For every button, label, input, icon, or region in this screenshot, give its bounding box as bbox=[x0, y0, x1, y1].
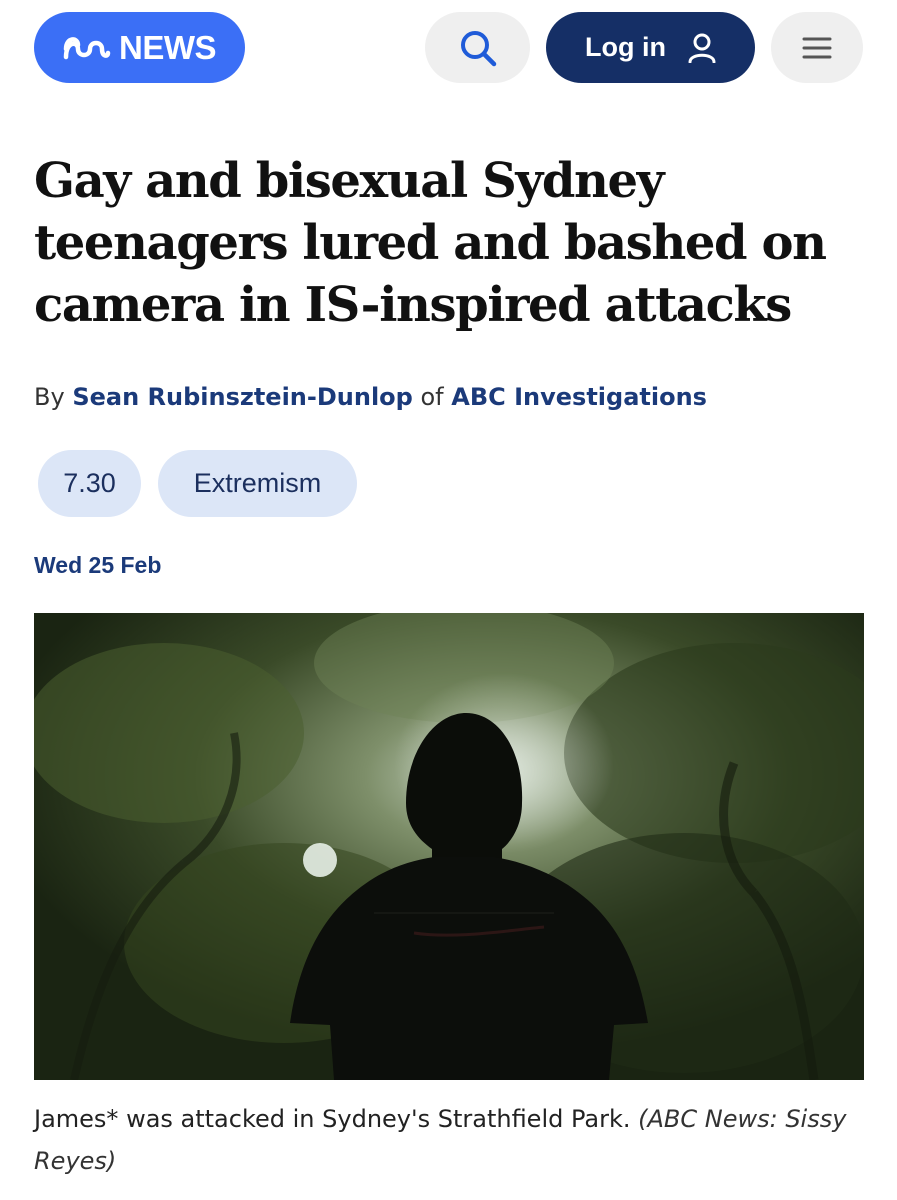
tag-label: Extremism bbox=[193, 468, 322, 498]
byline: By Sean Rubinsztein-Dunlop of ABC Invest… bbox=[34, 380, 864, 414]
caption-text: James* was attacked in Sydney's Strathfi… bbox=[34, 1105, 631, 1133]
byline-prefix: By bbox=[34, 383, 65, 411]
article-headline: Gay and bisexual Sydney teenagers lured … bbox=[34, 153, 827, 333]
author-link[interactable]: Sean Rubinsztein-Dunlop bbox=[72, 383, 413, 411]
hero-image bbox=[34, 613, 864, 1080]
silhouette-photo bbox=[34, 613, 864, 1080]
search-button[interactable] bbox=[425, 12, 530, 83]
abc-news-logo[interactable]: NEWS bbox=[34, 12, 245, 83]
search-icon bbox=[460, 30, 496, 66]
tag-label: 7.30 bbox=[63, 468, 116, 498]
tag-extremism[interactable]: Extremism bbox=[158, 450, 357, 517]
user-icon bbox=[688, 33, 716, 63]
menu-button[interactable] bbox=[771, 12, 863, 83]
login-button[interactable]: Log in bbox=[546, 12, 755, 83]
tag-730[interactable]: 7.30 bbox=[38, 450, 141, 517]
image-caption: James* was attacked in Sydney's Strathfi… bbox=[34, 1098, 864, 1182]
logo-text: NEWS bbox=[119, 28, 217, 66]
login-label: Log in bbox=[585, 32, 666, 62]
site-header: NEWS Log in bbox=[0, 0, 897, 96]
byline-of: of bbox=[420, 383, 444, 411]
article-page: NEWS Log in Gay and bisexual Sydney teen… bbox=[0, 0, 897, 1200]
publish-date: Wed 25 Feb bbox=[34, 552, 162, 578]
abc-wave-logo-icon bbox=[63, 36, 111, 59]
hamburger-menu-icon bbox=[802, 37, 832, 58]
org-link[interactable]: ABC Investigations bbox=[451, 383, 707, 411]
